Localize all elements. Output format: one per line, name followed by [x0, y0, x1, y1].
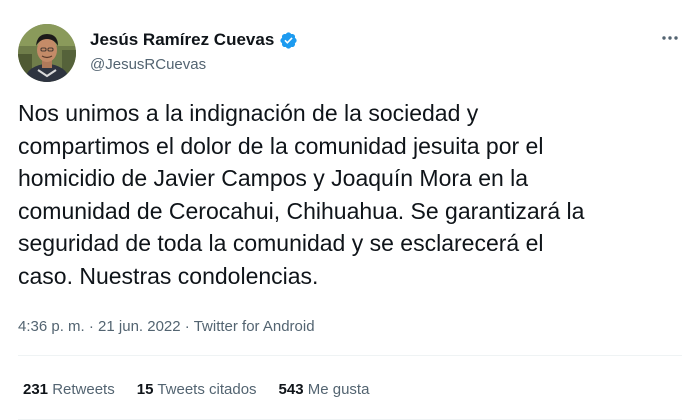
meta-separator: · — [84, 318, 99, 335]
tweet-line: comunidad de Cerocahui, Chihuahua. Se ga… — [18, 197, 585, 224]
user-handle[interactable]: @JesusRCuevas — [90, 56, 298, 73]
meta-separator: · — [180, 318, 194, 335]
retweets-stat[interactable]: 231 Retweets — [23, 381, 115, 398]
tweet-date[interactable]: 21 jun. 2022 — [98, 318, 181, 335]
more-options-icon[interactable] — [658, 26, 682, 50]
divider — [18, 355, 682, 356]
avatar[interactable] — [18, 24, 76, 82]
tweet-line: Nos unimos a la indignación de la socied… — [18, 100, 479, 126]
quotes-count: 15 — [136, 381, 154, 398]
retweets-count: 231 — [23, 381, 49, 398]
retweets-label: Retweets — [48, 381, 115, 398]
engagement-stats: 231 Retweets 15 Tweets citados 543 Me gu… — [23, 381, 369, 398]
quotes-stat[interactable]: 15 Tweets citados — [137, 381, 257, 398]
likes-label: Me gusta — [303, 381, 370, 398]
tweet-time[interactable]: 4:36 p. m. — [18, 318, 85, 335]
tweet-source[interactable]: Twitter for Android — [194, 318, 315, 335]
avatar-image — [18, 24, 76, 82]
likes-count: 543 — [278, 381, 304, 398]
tweet-line: seguridad de toda la comunidad y se escl… — [18, 230, 544, 256]
tweet-text: Nos unimos a la indignación de la socied… — [18, 97, 686, 292]
likes-stat[interactable]: 543 Me gusta — [279, 381, 370, 398]
author-block: Jesús Ramírez Cuevas @JesusRCuevas — [90, 30, 298, 73]
tweet-line: homicidio de Javier Campos y Joaquín Mor… — [18, 165, 529, 191]
tweet-line: compartimos el dolor de la comunidad jes… — [18, 132, 544, 159]
name-row: Jesús Ramírez Cuevas — [90, 30, 298, 50]
tweet-metadata: 4:36 p. m. · 21 jun. 2022 · Twitter for … — [18, 318, 315, 335]
quotes-label: Tweets citados — [153, 381, 257, 398]
tweet-line: caso. Nuestras condolencias. — [18, 262, 319, 289]
display-name[interactable]: Jesús Ramírez Cuevas — [90, 30, 274, 50]
verified-badge-icon — [279, 31, 298, 50]
tweet-card: Jesús Ramírez Cuevas @JesusRCuevas Nos u… — [0, 0, 700, 420]
